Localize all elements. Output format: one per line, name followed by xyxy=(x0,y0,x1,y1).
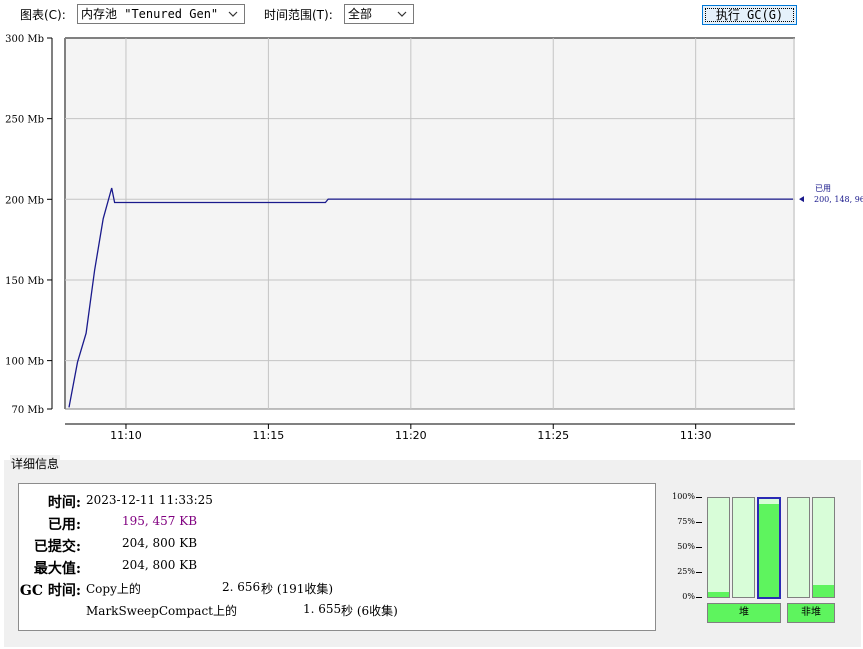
heap-pool-bar-survivor[interactable] xyxy=(732,497,755,598)
x-tick-label: 11:15 xyxy=(253,429,285,442)
range-select[interactable]: 全部 xyxy=(344,4,414,24)
heap-pool-bar-tenured[interactable] xyxy=(757,497,781,599)
y-tick-label: 150 Mb xyxy=(5,276,44,287)
x-tick-label: 11:30 xyxy=(680,429,712,442)
nonheap-button[interactable]: 非堆 xyxy=(787,603,835,623)
pct-label-25: 25% xyxy=(677,567,695,576)
x-tick-label: 11:10 xyxy=(110,429,142,442)
gc-row-copy-unit: 秒 (191收集) xyxy=(261,582,334,596)
used-value: 195, 457 KB xyxy=(122,514,198,528)
gc-row-marksweep-collector: MarkSweepCompact上的 xyxy=(86,604,237,618)
perform-gc-button[interactable]: 执行 GC(G) xyxy=(702,5,797,25)
range-label: 时间范围(T): xyxy=(264,8,333,22)
pct-label-75: 75% xyxy=(677,517,695,526)
time-key: 时间: xyxy=(47,495,81,511)
chevron-down-icon xyxy=(397,11,407,17)
chart-select[interactable]: 内存池 "Tenured Gen" xyxy=(77,4,245,24)
current-series-name: 已用 xyxy=(815,184,831,193)
gc-row-copy-collector: Copy上的 xyxy=(86,582,141,596)
heap-button[interactable]: 堆 xyxy=(707,603,781,623)
memory-chart: 300 Mb 250 Mb 200 Mb 150 Mb 100 Mb 70 Mb 11:10… xyxy=(5,34,863,442)
pct-label-0: 0% xyxy=(682,592,695,601)
y-tick-label: 100 Mb xyxy=(5,357,44,368)
y-tick-label: 70 Mb xyxy=(11,405,44,416)
x-tick-label: 11:25 xyxy=(537,429,569,442)
gc-row-copy-time: 2. 656 xyxy=(222,580,261,594)
pct-label-100: 100% xyxy=(672,492,695,501)
gc-row-marksweep-unit: 秒 (6收集) xyxy=(341,604,398,618)
heap-pool-bar-eden[interactable] xyxy=(707,497,730,598)
committed-key: 已提交: xyxy=(33,539,81,555)
used-key: 已用: xyxy=(47,517,81,533)
chart-select-value: 内存池 "Tenured Gen" xyxy=(81,7,219,21)
details-box: 时间: 2023-12-11 11:33:25 已用: 195, 457 KB … xyxy=(18,483,656,631)
current-series-value: 200, 148, 960 xyxy=(814,195,863,204)
chevron-down-icon xyxy=(228,11,238,17)
current-value-marker xyxy=(799,196,804,203)
max-value: 204, 800 KB xyxy=(122,558,198,572)
chart-label: 图表(C): xyxy=(20,8,66,22)
gc-time-key: GC 时间: xyxy=(19,583,81,599)
x-tick-label: 11:20 xyxy=(395,429,427,442)
y-tick-label: 300 Mb xyxy=(5,34,44,45)
time-value: 2023-12-11 11:33:25 xyxy=(86,493,213,507)
y-tick-label: 200 Mb xyxy=(5,195,44,206)
range-select-value: 全部 xyxy=(348,7,373,21)
committed-value: 204, 800 KB xyxy=(122,536,198,550)
y-tick-label: 250 Mb xyxy=(5,115,44,126)
nonheap-pool-bar-2[interactable] xyxy=(812,497,835,598)
details-title: 详细信息 xyxy=(10,455,61,472)
max-key: 最大值: xyxy=(33,561,81,577)
memory-pools-chart: 100% 75% 50% 25% 0% 堆 非堆 xyxy=(665,483,855,631)
nonheap-pool-bar-1[interactable] xyxy=(787,497,810,598)
pct-label-50: 50% xyxy=(677,542,695,551)
gc-row-marksweep-time: 1. 655 xyxy=(303,602,342,616)
plot-area xyxy=(65,38,795,409)
